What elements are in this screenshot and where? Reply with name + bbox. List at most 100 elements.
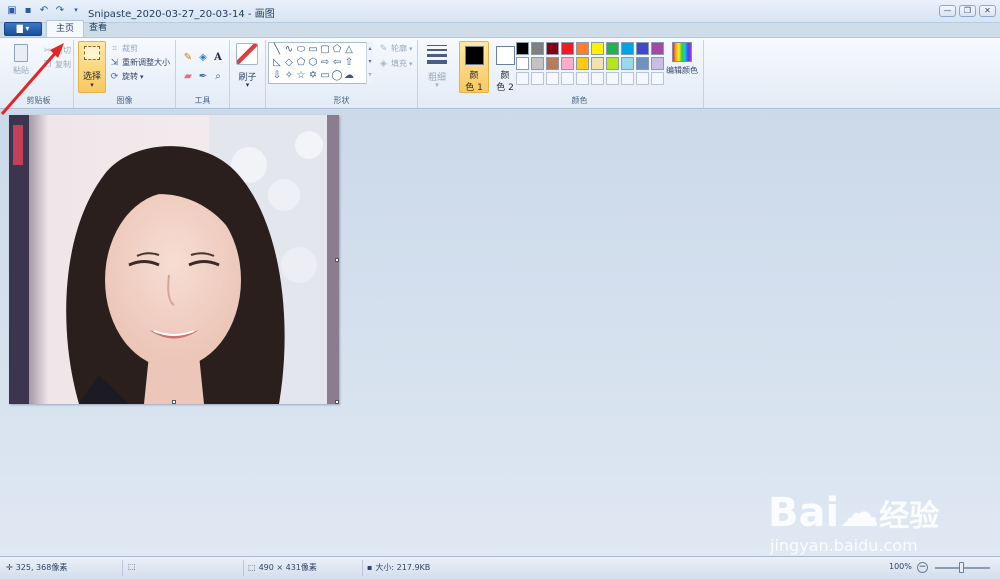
polygon-shape-icon[interactable]: ⬠ [331,44,343,56]
scroll-down-icon[interactable]: ▾ [367,55,373,68]
palette-swatch[interactable] [516,42,529,55]
hexagon-shape-icon[interactable]: ⬡ [307,57,319,69]
palette-swatch[interactable] [606,57,619,70]
color2-swatch [496,46,515,65]
redo-icon[interactable]: ↷ [54,4,66,16]
shapes-gallery[interactable]: ╲ ∿ ⬭ ▭ ▢ ⬠ △ ◺ ◇ ⬠ ⬡ ⇨ ⇦ ⇧ ⇩ ✧ ☆ ✡ ▭ ◯ … [268,42,370,84]
palette-swatch[interactable] [546,42,559,55]
pencil-icon[interactable]: ✎ [181,50,195,64]
crop-icon: ⌗ [111,43,118,54]
palette-swatch[interactable] [591,57,604,70]
minimize-button[interactable]: — [939,5,956,17]
tab-view[interactable]: 查看 [80,20,116,38]
palette-swatch[interactable] [606,42,619,55]
zoom-slider-knob[interactable] [959,562,964,573]
diamond-shape-icon[interactable]: ◇ [283,57,295,69]
customize-qat-icon[interactable]: ▾ [70,4,82,16]
callout-shape-icon[interactable]: ▭ [319,70,331,82]
palette-custom-slot[interactable] [621,72,634,85]
resize-handle-right[interactable] [335,258,339,262]
palette-swatch[interactable] [531,57,544,70]
fill-button[interactable]: ◈ 填充 ▾ [378,58,412,69]
palette-swatch[interactable] [516,57,529,70]
file-menu-button[interactable]: ▇ ▾ [4,22,42,36]
size-dropdown-icon: ▾ [435,81,439,89]
resize-handle-bottom[interactable] [172,400,176,404]
palette-custom-slot[interactable] [561,72,574,85]
zoom-out-button[interactable]: − [917,562,928,573]
palette-swatch[interactable] [636,42,649,55]
color1-button[interactable]: 颜 色 1 [459,41,489,93]
rotate-label: 旋转 [122,72,138,81]
six-point-star-shape-icon[interactable]: ✡ [307,70,319,82]
tab-home[interactable]: 主页 [46,20,85,38]
status-bar: ✛ 325, 368像素 ⬚ ⬚ 490 × 431像素 ▪ 大小: 217.9… [0,556,1000,579]
color-picker-icon[interactable]: ✒ [196,69,210,83]
edit-colors-button[interactable]: 编辑颜色 [664,42,700,90]
undo-icon[interactable]: ↶ [38,4,50,16]
palette-custom-slot[interactable] [516,72,529,85]
group-brushes[interactable]: 刷子 ▾ [230,40,266,108]
cloud-callout-shape-icon[interactable]: ☁ [343,70,355,82]
five-point-star-shape-icon[interactable]: ☆ [295,70,307,82]
palette-custom-slot[interactable] [591,72,604,85]
right-triangle-shape-icon[interactable]: ◺ [271,57,283,69]
palette-swatch[interactable] [576,42,589,55]
zoom-slider[interactable] [935,562,990,573]
group-size[interactable]: 粗细 ▾ [418,40,456,108]
scroll-up-icon[interactable]: ▴ [367,42,373,55]
up-arrow-shape-icon[interactable]: ⇧ [343,57,355,69]
palette-swatch[interactable] [651,57,664,70]
rounded-rectangle-shape-icon[interactable]: ▢ [319,44,331,56]
maximize-button[interactable]: ❐ [959,5,976,17]
triangle-shape-icon[interactable]: △ [343,44,355,56]
palette-custom-slot[interactable] [606,72,619,85]
resize-button[interactable]: ⇲ 重新调整大小 [109,57,170,68]
outline-label: 轮廓 [391,44,407,53]
palette-custom-slot[interactable] [531,72,544,85]
four-point-star-shape-icon[interactable]: ✧ [283,70,295,82]
rectangle-shape-icon[interactable]: ▭ [307,44,319,56]
rotate-button[interactable]: ⟳ 旋转 ▾ [109,71,144,82]
palette-custom-slot[interactable] [546,72,559,85]
ribbon-tabs: ▇ ▾ 主页 查看 [0,19,1000,38]
magnifier-icon[interactable]: ⌕ [211,69,225,83]
outline-button[interactable]: ✎ 轮廓 ▾ [378,43,413,54]
close-button[interactable]: ✕ [979,5,996,17]
right-arrow-shape-icon[interactable]: ⇨ [319,57,331,69]
palette-swatch[interactable] [546,57,559,70]
palette-custom-slot[interactable] [651,72,664,85]
palette-custom-slot[interactable] [636,72,649,85]
down-arrow-shape-icon[interactable]: ⇩ [271,70,283,82]
canvas-workspace[interactable]: Bai☁经验 jingyan.baidu.com [0,110,1000,556]
palette-swatch[interactable] [561,42,574,55]
fill-bucket-icon[interactable]: ◈ [196,50,210,64]
resize-handle-corner[interactable] [335,400,339,404]
palette-swatch[interactable] [621,57,634,70]
canvas-image[interactable] [9,115,339,404]
fill-icon: ◈ [380,58,387,69]
palette-swatch[interactable] [636,57,649,70]
crop-button[interactable]: ⌗ 裁剪 [109,43,138,54]
line-shape-icon[interactable]: ╲ [271,44,283,56]
pentagon-shape-icon[interactable]: ⬠ [295,57,307,69]
curve-shape-icon[interactable]: ∿ [283,44,295,56]
oval-shape-icon[interactable]: ⬭ [295,44,307,56]
palette-swatch[interactable] [561,57,574,70]
text-tool-icon[interactable]: A [211,50,225,64]
select-button[interactable]: 选择 ▾ [78,41,106,93]
gallery-expand-icon[interactable]: ▿ [367,68,373,81]
edit-colors-label: 编辑颜色 [666,66,698,75]
palette-swatch[interactable] [591,42,604,55]
paint-app-icon[interactable]: ▣ [6,4,18,16]
palette-swatch[interactable] [531,42,544,55]
shapes-gallery-scroll[interactable]: ▴ ▾ ▿ [366,42,373,84]
palette-swatch[interactable] [651,42,664,55]
save-icon[interactable]: ▪ [22,4,34,16]
oval-callout-shape-icon[interactable]: ◯ [331,70,343,82]
palette-swatch[interactable] [621,42,634,55]
palette-swatch[interactable] [576,57,589,70]
left-arrow-shape-icon[interactable]: ⇦ [331,57,343,69]
palette-custom-slot[interactable] [576,72,589,85]
eraser-icon[interactable]: ▰ [181,69,195,83]
